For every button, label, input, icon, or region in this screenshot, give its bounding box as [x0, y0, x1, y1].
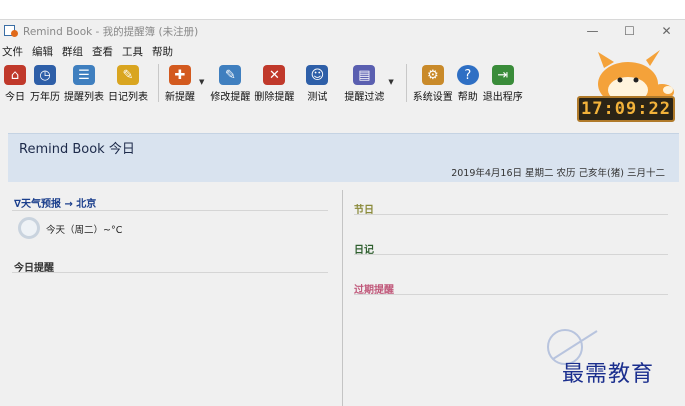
exit-icon: ⇥	[491, 65, 514, 85]
new-reminder-icon: ✚	[169, 65, 191, 85]
filter-dropdown-arrow[interactable]: ▼	[388, 78, 393, 86]
weather-heading[interactable]: ∇天气预报 → 北京	[14, 195, 96, 210]
weather-forecast-text: 今天（周二）~°C	[46, 225, 123, 236]
new-reminder-button[interactable]: ✚ 新提醒	[165, 60, 195, 104]
menu-group[interactable]: 群组	[62, 44, 83, 59]
home-icon: ⌂	[4, 65, 26, 85]
diary-list-icon: ✎	[117, 65, 139, 85]
reminder-filter-button[interactable]: ▤ 提醒过滤	[344, 60, 384, 104]
weather-icon	[18, 217, 40, 239]
exit-button[interactable]: ⇥ 退出程序	[483, 60, 523, 104]
divider-line	[354, 294, 668, 295]
top-strip	[0, 0, 685, 20]
reminder-list-button[interactable]: ☰ 提醒列表	[64, 60, 104, 104]
divider-line	[12, 272, 328, 273]
filter-icon: ▤	[353, 65, 376, 85]
menu-view[interactable]: 查看	[92, 44, 113, 59]
delete-reminder-icon: ✕	[263, 65, 286, 85]
title-bar: Remind Book - 我的提醒簿 (未注册) — ☐ ✕	[0, 20, 685, 42]
app-icon	[4, 25, 18, 37]
divider-line	[12, 210, 328, 211]
clock-display: 17:09:22	[577, 96, 675, 122]
edit-reminder-icon: ✎	[219, 65, 242, 85]
pane-divider[interactable]	[342, 190, 343, 406]
perpetual-calendar-button[interactable]: ◷ 万年历	[30, 60, 60, 104]
help-icon: ?	[456, 65, 479, 85]
close-button[interactable]: ✕	[648, 20, 685, 42]
test-users-icon: ☺	[306, 65, 329, 85]
help-button[interactable]: ? 帮助	[456, 60, 479, 104]
menu-file[interactable]: 文件	[2, 44, 23, 59]
window-title: Remind Book - 我的提醒簿 (未注册)	[23, 25, 199, 38]
toolbar-separator	[405, 64, 407, 102]
today-banner: Remind Book 今日 2019年4月16日 星期二 农历 己亥年(猪) …	[8, 133, 679, 182]
divider-line	[354, 254, 668, 255]
settings-button[interactable]: ⚙ 系统设置	[413, 60, 453, 104]
delete-reminder-button[interactable]: ✕ 删除提醒	[254, 60, 294, 104]
left-pane: ∇天气预报 → 北京 今天（周二）~°C 今日提醒	[8, 190, 333, 400]
calendar-clock-icon: ◷	[34, 65, 56, 85]
toolbar-separator	[158, 64, 159, 102]
test-button[interactable]: ☺ 测试	[306, 60, 329, 104]
menu-tools[interactable]: 工具	[122, 44, 143, 59]
banner-date: 2019年4月16日 星期二 农历 己亥年(猪) 三月十二	[451, 168, 665, 179]
minimize-button[interactable]: —	[574, 20, 611, 42]
reminder-list-icon: ☰	[73, 65, 95, 85]
menu-edit[interactable]: 编辑	[32, 44, 53, 59]
watermark-text: 最需教育	[562, 362, 655, 387]
banner-title: Remind Book 今日	[19, 142, 135, 157]
today-button[interactable]: ⌂ 今日	[4, 60, 26, 104]
wrench-icon: ⚙	[421, 65, 444, 85]
divider-line	[354, 214, 668, 215]
edit-reminder-button[interactable]: ✎ 修改提醒	[210, 60, 250, 104]
menu-help[interactable]: 帮助	[152, 44, 173, 59]
diary-list-button[interactable]: ✎ 日记列表	[108, 60, 148, 104]
maximize-button[interactable]: ☐	[611, 20, 648, 42]
new-reminder-dropdown-arrow[interactable]: ▼	[199, 78, 204, 86]
